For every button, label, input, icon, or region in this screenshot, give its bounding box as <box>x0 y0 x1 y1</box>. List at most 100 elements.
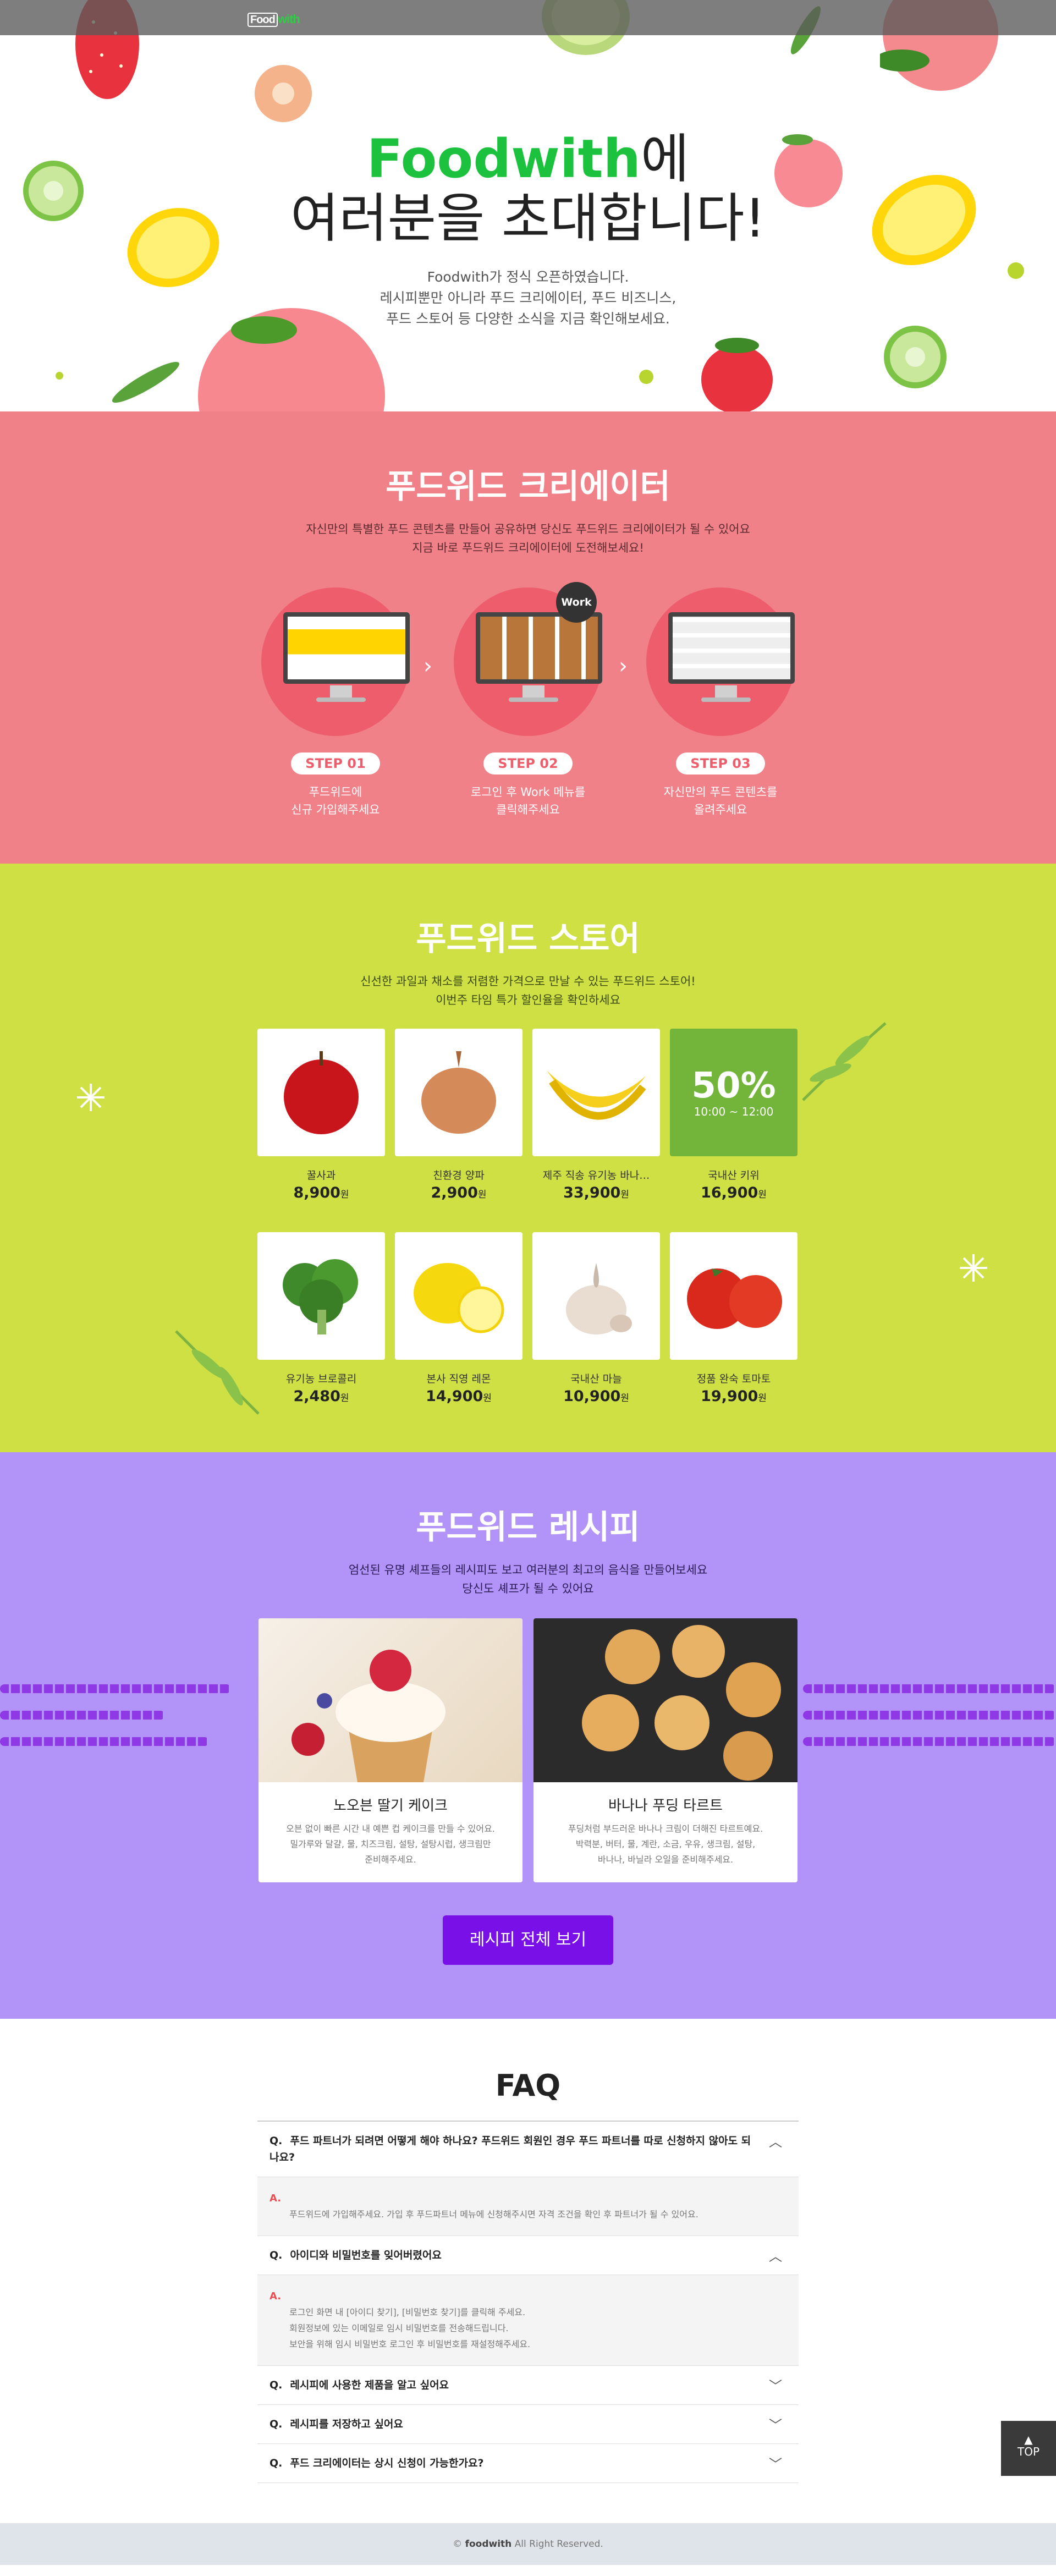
faq-title: FAQ <box>495 2068 561 2103</box>
copyright-symbol: © <box>453 2539 463 2550</box>
a-mark: A. <box>270 2193 282 2204</box>
view-all-recipes-button[interactable]: 레시피 전체 보기 <box>443 1915 613 1965</box>
faq-question[interactable]: Q. 푸드 파트너가 되려면 어떻게 해야 하나요? 푸드위드 회원인 경우 푸드… <box>257 2122 799 2177</box>
hero-title-suffix: 에 <box>640 128 690 190</box>
faq-answer: A. 푸드위드에 가입해주세요. 가입 후 푸드파트너 메뉴에 신청해주시면 자격… <box>257 2177 799 2236</box>
chevron-up-icon[interactable]: ︿ <box>769 2134 782 2150</box>
recipe-title: 푸드위드 레시피 <box>416 1508 640 1547</box>
tomato-icon <box>687 1268 782 1329</box>
product-price: 14,900원 <box>395 1388 522 1405</box>
product-image <box>395 1029 522 1156</box>
hero-section: Foodwith에 여러분을 초대합니다! Foodwith가 정식 오픈하였습… <box>0 0 1056 411</box>
product-price: 10,900원 <box>532 1388 660 1405</box>
sale-percent: 50% <box>691 1065 776 1106</box>
step-circle <box>261 587 410 736</box>
faq-question-text: 레시피를 저장하고 싶어요 <box>290 2418 403 2430</box>
currency-label: 원 <box>340 1189 349 1200</box>
chevron-up-icon[interactable]: ︿ <box>769 2248 782 2265</box>
cucumber-slice-icon <box>884 326 947 388</box>
product-name: 제주 직송 유기농 바나… <box>542 1169 650 1182</box>
product-price: 8,900원 <box>257 1184 385 1201</box>
chevron-down-icon[interactable]: ﹀ <box>769 2378 782 2394</box>
top-button-label: TOP <box>1017 2445 1040 2458</box>
product-card[interactable]: 유기농 브로콜리 2,480원 <box>257 1232 385 1405</box>
sparkle-icon <box>77 1084 105 1111</box>
tart-icon <box>582 1625 781 1781</box>
apple-icon <box>284 1051 359 1134</box>
q-mark: Q. <box>270 2135 283 2147</box>
product-card[interactable]: 국내산 마늘 10,900원 <box>532 1232 660 1405</box>
product-card[interactable]: 본사 직영 레몬 14,900원 <box>395 1232 522 1405</box>
recipe-card[interactable]: 바나나 푸딩 타르트 푸딩처럼 부드러운 바나나 크림이 더해진 타르트예요. … <box>534 1618 798 1882</box>
q-mark: Q. <box>270 2418 283 2430</box>
product-card[interactable]: 친환경 양파 2,900원 <box>395 1029 522 1201</box>
product-card[interactable]: 50% 10:00 ~ 12:00 국내산 키위 16,900원 <box>670 1029 798 1201</box>
dot-pattern <box>803 1737 1056 1746</box>
faq-question-text: 레시피에 사용한 제품을 알고 싶어요 <box>290 2379 449 2391</box>
product-name: 친환경 양파 <box>433 1169 485 1182</box>
step-2: Work STEP 02 로그인 후 Work 메뉴를 클릭해주세요 <box>429 582 627 819</box>
footer: © foodwith All Right Reserved. <box>0 2523 1056 2565</box>
strawberry-icon <box>701 338 773 411</box>
faq-question-text: 푸드 파트너가 되려면 어떻게 해야 하나요? 푸드위드 회원인 경우 푸드 파… <box>270 2135 751 2163</box>
faq-question[interactable]: Q. 레시피를 저장하고 싶어요 ﹀ <box>257 2405 799 2444</box>
faq-question-text: 아이디와 비밀번호를 잊어버렸어요 <box>290 2249 442 2261</box>
currency-label: 원 <box>340 1393 349 1404</box>
product-image <box>257 1232 385 1360</box>
product-image <box>532 1029 660 1156</box>
q-mark: Q. <box>270 2249 283 2261</box>
price-value: 16,900 <box>701 1184 758 1201</box>
product-card[interactable]: 정품 완숙 토마토 19,900원 <box>670 1232 798 1405</box>
hero-title: Foodwith에 여러분을 초대합니다! <box>0 129 1056 248</box>
dot-pattern <box>803 1711 1056 1720</box>
product-card[interactable]: 제주 직송 유기농 바나… 33,900원 <box>532 1029 660 1201</box>
faq-question[interactable]: Q. 레시피에 사용한 제품을 알고 싶어요 ﹀ <box>257 2366 799 2405</box>
product-name: 유기농 브로콜리 <box>285 1373 357 1385</box>
currency-label: 원 <box>758 1189 767 1200</box>
time-sale-banner: 50% 10:00 ~ 12:00 <box>670 1029 798 1156</box>
faq-question-text: 푸드 크리에이터는 상시 신청이 가능한가요? <box>290 2457 484 2469</box>
product-name: 국내산 마늘 <box>570 1373 622 1385</box>
faq-answer-text: 로그인 화면 내 [아이디 찾기], [비밀번호 찾기]를 클릭해 주세요. 회… <box>289 2307 531 2349</box>
recipe-name: 바나나 푸딩 타르트 <box>608 1798 723 1814</box>
recipe-name: 노오븐 딸기 케이크 <box>333 1798 448 1814</box>
product-name: 꿀사과 <box>306 1169 336 1182</box>
leaf-icon <box>112 361 180 403</box>
step-3: STEP 03 자신만의 푸드 콘텐츠를 올려주세요 <box>622 587 820 819</box>
chevron-down-icon[interactable]: ﹀ <box>769 2456 782 2473</box>
logo-text-with: with <box>277 12 300 26</box>
step-badge: STEP 01 <box>291 753 380 775</box>
faq-answer: A. 로그인 화면 내 [아이디 찾기], [비밀번호 찾기]를 클릭해 주세요.… <box>257 2275 799 2366</box>
hero-brand: Foodwith <box>366 128 641 190</box>
dot-pattern <box>803 1684 1056 1693</box>
recipe-image <box>534 1618 798 1782</box>
currency-label: 원 <box>758 1393 767 1404</box>
product-image <box>670 1232 798 1360</box>
broccoli-icon <box>283 1259 358 1334</box>
store-description: 신선한 과일과 채소를 저렴한 가격으로 만날 수 있는 푸드위드 스토어! 이… <box>360 975 696 1007</box>
product-name: 정품 완숙 토마토 <box>696 1373 771 1385</box>
step-badge: STEP 02 <box>483 753 573 775</box>
price-value: 14,900 <box>426 1388 483 1405</box>
recipe-section: 푸드위드 레시피 엄선된 유명 셰프들의 레시피도 보고 여러분의 최고의 음식… <box>0 1452 1056 2019</box>
faq-question[interactable]: Q. 푸드 크리에이터는 상시 신청이 가능한가요? ﹀ <box>257 2444 799 2483</box>
scroll-to-top-button[interactable]: ▲ TOP <box>1001 2421 1056 2476</box>
product-name: 국내산 키위 <box>708 1169 760 1182</box>
recipe-card[interactable]: 노오븐 딸기 케이크 오븐 없이 빠른 시간 내 예쁜 컵 케이크를 만들 수 … <box>258 1618 522 1882</box>
chevron-down-icon[interactable]: ﹀ <box>769 2417 782 2434</box>
foodwith-logo[interactable]: Food with <box>248 10 300 27</box>
creator-section: 푸드위드 크리에이터 자신만의 특별한 푸드 콘텐츠를 만들어 공유하면 당신도… <box>0 411 1056 864</box>
price-value: 33,900 <box>563 1184 621 1201</box>
q-mark: Q. <box>270 2457 283 2469</box>
monitor-icon <box>283 612 410 684</box>
product-image <box>395 1232 522 1360</box>
faq-section: FAQ Q. 푸드 파트너가 되려면 어떻게 해야 하나요? 푸드위드 회원인 경… <box>0 2019 1056 2523</box>
product-price: 2,900원 <box>395 1184 522 1201</box>
work-badge: Work <box>556 582 597 623</box>
leaf-branch-icon <box>802 1022 887 1101</box>
top-navigation-bar: Food with <box>0 0 1056 35</box>
dot-pattern <box>0 1737 209 1746</box>
product-card[interactable]: 꿀사과 8,900원 <box>257 1029 385 1201</box>
faq-question[interactable]: Q. 아이디와 비밀번호를 잊어버렸어요 ︿ <box>257 2236 799 2275</box>
step-text: 자신만의 푸드 콘텐츠를 올려주세요 <box>663 786 778 816</box>
